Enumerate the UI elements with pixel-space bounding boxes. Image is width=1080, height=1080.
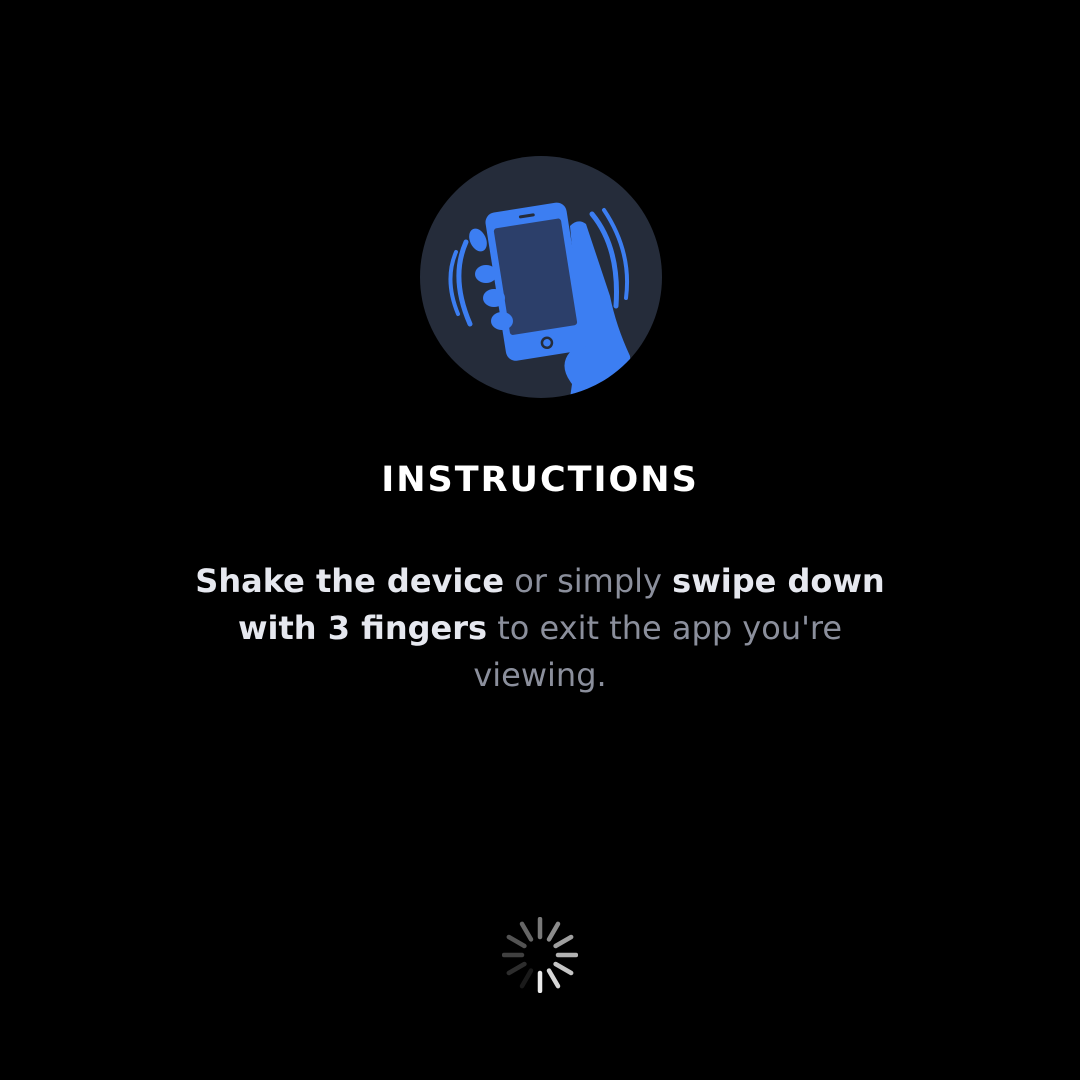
spinner-spoke (553, 961, 574, 976)
spinner-spoke (546, 968, 561, 989)
page-title: INSTRUCTIONS (381, 460, 699, 500)
spinner-spoke (519, 921, 534, 942)
instructions-text-segment: Shake the device (195, 562, 505, 600)
spinner-spoke (519, 968, 534, 989)
instructions-text: Shake the device or simply swipe down wi… (190, 558, 890, 699)
loading-spinner-icon (502, 917, 578, 993)
spinner-spoke (546, 921, 561, 942)
shake-phone-icon (420, 156, 662, 398)
instructions-text-segment: or simply (504, 562, 673, 600)
spinner-spoke (553, 934, 574, 949)
instructions-text-segment: to exit the app you're viewing. (473, 609, 843, 694)
spinner-spoke (506, 961, 527, 976)
instructions-screen: INSTRUCTIONS Shake the device or simply … (0, 0, 1080, 1080)
spinner-spoke (506, 934, 527, 949)
